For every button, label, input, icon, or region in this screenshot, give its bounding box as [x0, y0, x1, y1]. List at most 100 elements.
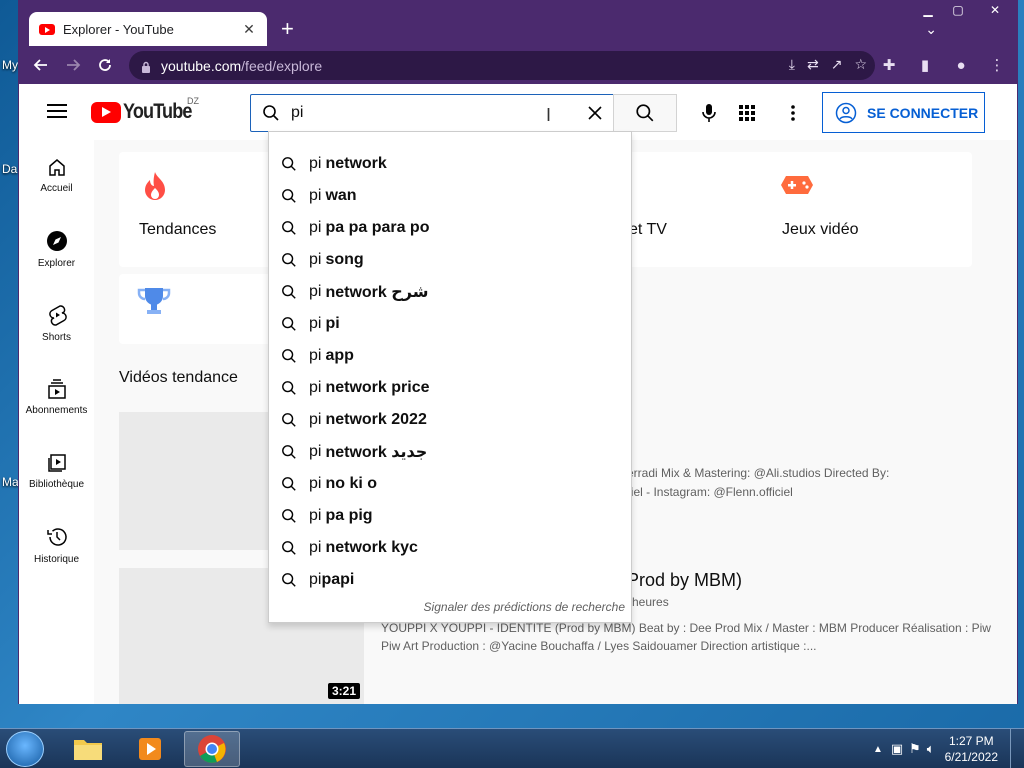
suggestion-item[interactable]: pi song — [269, 244, 631, 276]
search-icon — [281, 188, 309, 204]
taskbar-app-media-player[interactable] — [122, 731, 178, 767]
reload-button[interactable] — [89, 49, 121, 81]
browser-window: Explorer - YouTube ✕ + ⌄ ▁ ▢ ✕ youtube.c… — [18, 0, 1018, 704]
settings-more-button[interactable] — [777, 97, 809, 129]
guide-item-home[interactable]: Accueil — [19, 140, 94, 210]
taskbar-app-explorer[interactable] — [60, 731, 116, 767]
guide-menu-icon[interactable] — [47, 104, 67, 118]
bookmark-star-icon[interactable]: ☆ — [854, 56, 867, 73]
youtube-logo[interactable]: YouTube DZ — [91, 96, 203, 124]
suggestion-item[interactable]: pi pa pig — [269, 500, 631, 532]
youtube-play-icon — [91, 101, 121, 123]
suggestion-item[interactable]: pi papi — [269, 564, 631, 596]
suggestion-item[interactable]: pi no ki o — [269, 468, 631, 500]
suggestion-item[interactable]: pi network — [269, 148, 631, 180]
account-circle-icon — [835, 102, 857, 123]
trending-flame-icon — [145, 172, 165, 200]
close-window-button[interactable]: ✕ — [973, 1, 1017, 19]
system-tray: ▲ ▣ ⚑ 🔈︎ 1:27 PM 6/21/2022 — [873, 729, 1024, 768]
guide-sidebar: Accueil Explorer Shorts Abonnements Bibl… — [19, 140, 94, 704]
guide-item-shorts[interactable]: Shorts — [19, 288, 94, 358]
suggestion-item[interactable]: pi pa pa para po — [269, 212, 631, 244]
video-description: Piw Art Production : @Yacine Bouchaffa /… — [381, 639, 817, 653]
apps-grid-icon — [739, 105, 755, 121]
suggestion-item[interactable]: pi pi — [269, 308, 631, 340]
search-icon — [281, 476, 309, 492]
video-title[interactable]: (Prod by MBM) — [621, 570, 742, 591]
video-duration: 3:21 — [328, 683, 361, 699]
search-query: pi — [291, 104, 304, 121]
video-description: officiel - Instagram: @Flenn.officiel — [609, 485, 793, 499]
url-text: youtube.com/feed/explore — [161, 57, 323, 74]
taskbar-app-chrome[interactable] — [184, 731, 240, 767]
home-icon — [48, 158, 65, 176]
destination-card-gaming[interactable]: Jeux vidéo — [762, 152, 972, 267]
install-app-icon[interactable]: ⤓ — [789, 56, 795, 73]
suggestion-item[interactable]: pi network price — [269, 372, 631, 404]
youtube-apps-button[interactable] — [731, 97, 763, 129]
search-icon — [281, 316, 309, 332]
destination-card-tv[interactable]: et TV — [629, 152, 774, 267]
suggestion-item[interactable]: pi network جديد — [269, 436, 631, 468]
profile-avatar-icon[interactable]: ● — [947, 50, 975, 80]
compass-icon — [46, 230, 67, 251]
chrome-icon — [198, 735, 226, 763]
voice-search-button[interactable] — [693, 97, 725, 129]
show-desktop-button[interactable] — [1010, 729, 1024, 768]
desktop-icon-label[interactable]: My — [2, 58, 18, 72]
extensions-puzzle-icon[interactable]: ✚ — [875, 50, 903, 80]
search-icon — [281, 380, 309, 396]
forward-button[interactable] — [57, 49, 89, 81]
tab-close-icon[interactable]: ✕ — [241, 21, 257, 38]
trophy-icon — [137, 288, 171, 314]
tab-search-chevron-icon[interactable]: ⌄ — [925, 21, 937, 38]
translate-icon[interactable]: ⇄ — [807, 56, 819, 73]
search-button[interactable] — [613, 94, 677, 132]
guide-item-history[interactable]: Historique — [19, 510, 94, 580]
address-bar-actions: ⤓ ⇄ ↗ ☆ — [789, 56, 867, 73]
guide-item-library[interactable]: Bibliothèque — [19, 436, 94, 506]
guide-item-subscriptions[interactable]: Abonnements — [19, 362, 94, 432]
clock[interactable]: 1:27 PM 6/21/2022 — [945, 733, 998, 765]
desktop-icon-label[interactable]: Da — [2, 162, 17, 176]
suggestion-item[interactable]: pi app — [269, 340, 631, 372]
media-player-icon — [139, 738, 161, 760]
action-center-flag-icon[interactable]: ⚑ — [909, 741, 921, 757]
sign-in-button[interactable]: SE CONNECTER — [822, 92, 985, 133]
network-icon[interactable]: ▣ — [891, 741, 903, 757]
suggestion-item[interactable]: pi network شرح — [269, 276, 631, 308]
side-panel-icon[interactable]: ▮ — [911, 50, 939, 80]
new-tab-button[interactable]: + — [281, 18, 294, 40]
guide-item-explore[interactable]: Explorer — [19, 214, 94, 284]
minimize-button[interactable]: ▁ — [913, 1, 943, 19]
history-icon — [46, 527, 67, 546]
start-button[interactable] — [6, 731, 44, 767]
tab-strip: Explorer - YouTube ✕ + ⌄ ▁ ▢ ✕ — [19, 1, 1017, 46]
search-icon — [281, 220, 309, 236]
share-icon[interactable]: ↗ — [831, 56, 843, 73]
tab-youtube[interactable]: Explorer - YouTube ✕ — [29, 12, 267, 46]
search-icon — [251, 104, 291, 122]
gamepad-icon — [781, 176, 813, 194]
search-input[interactable]: pi I — [250, 94, 614, 132]
reload-icon — [99, 59, 111, 71]
report-predictions-link[interactable]: Signaler des prédictions de recherche — [424, 600, 625, 614]
search-icon — [281, 444, 309, 460]
show-hidden-icons-icon[interactable]: ▲ — [873, 744, 883, 755]
clear-search-icon[interactable] — [577, 105, 613, 121]
arrow-right-icon — [67, 59, 81, 71]
maximize-button[interactable]: ▢ — [943, 1, 973, 19]
suggestion-item[interactable]: pi network kyc — [269, 532, 631, 564]
suggestion-item[interactable]: pi network 2022 — [269, 404, 631, 436]
search-icon — [636, 104, 654, 122]
window-controls: ▁ ▢ ✕ — [913, 1, 1017, 19]
microphone-icon — [702, 104, 716, 122]
search-icon — [281, 252, 309, 268]
browser-menu-icon[interactable]: ⋮ — [983, 50, 1011, 80]
back-button[interactable] — [25, 49, 57, 81]
address-bar[interactable]: youtube.com/feed/explore ⤓ ⇄ ↗ ☆ — [129, 51, 875, 80]
desktop-icon-label[interactable]: Ma — [2, 475, 19, 489]
volume-icon[interactable]: 🔈︎ — [927, 741, 935, 757]
tab-title: Explorer - YouTube — [63, 21, 174, 37]
suggestion-item[interactable]: pi wan — [269, 180, 631, 212]
